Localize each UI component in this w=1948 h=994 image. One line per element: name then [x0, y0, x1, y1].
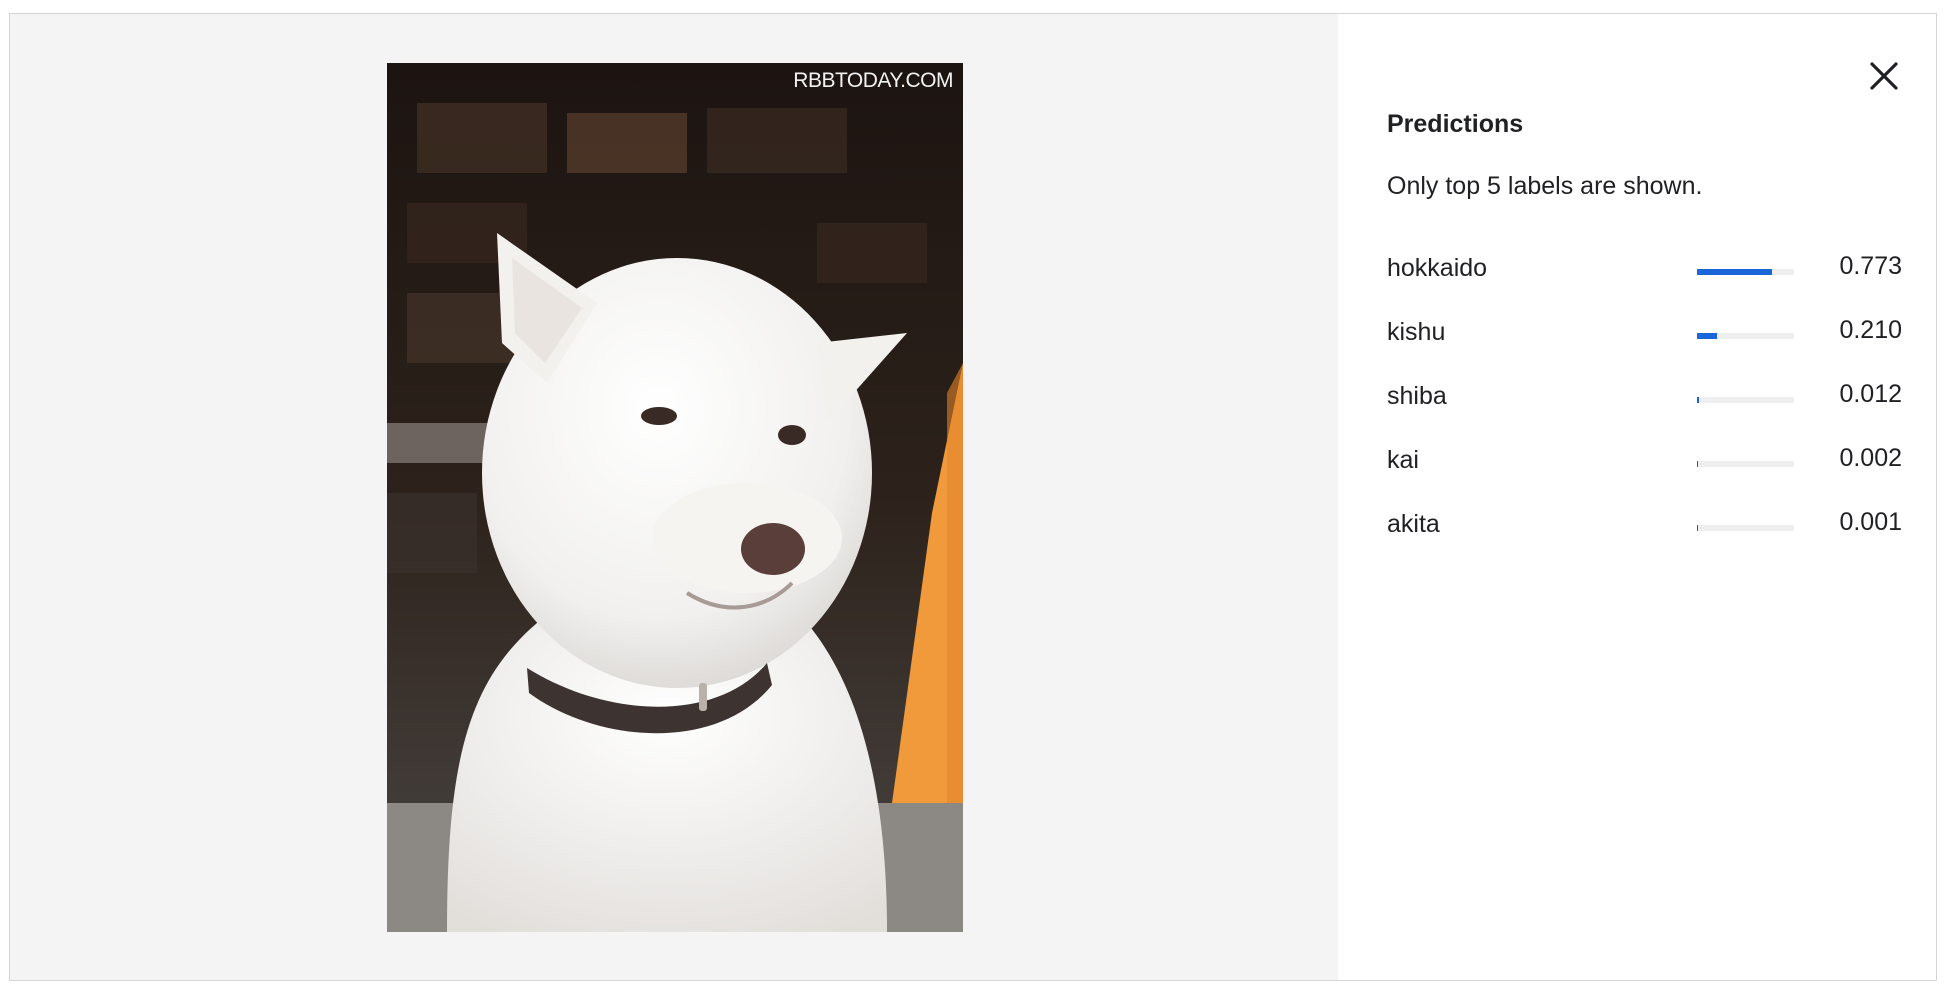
prediction-bar-fill: [1697, 269, 1772, 275]
prediction-row: kai 0.002: [1387, 434, 1902, 498]
prediction-score: 0.210: [1839, 316, 1902, 344]
prediction-bar-track: [1697, 333, 1794, 339]
dog-photo-illustration: RBBTODAY.COM: [387, 63, 963, 932]
prediction-row: hokkaido 0.773: [1387, 242, 1902, 306]
prediction-row: akita 0.001: [1387, 498, 1902, 562]
image-preview-pane: RBBTODAY.COM: [10, 14, 1338, 980]
prediction-bar-track: [1697, 397, 1794, 403]
prediction-row: shiba 0.012: [1387, 370, 1902, 434]
close-button[interactable]: [1860, 52, 1908, 100]
watermark-text: RBBTODAY.COM: [793, 69, 953, 92]
prediction-bar-fill: [1697, 397, 1699, 403]
prediction-score: 0.012: [1839, 380, 1902, 408]
dog-photo: RBBTODAY.COM: [387, 63, 963, 932]
prediction-row: kishu 0.210: [1387, 306, 1902, 370]
prediction-label: akita: [1387, 510, 1440, 538]
prediction-bar-track: [1697, 461, 1794, 467]
prediction-bar-track: [1697, 525, 1794, 531]
prediction-label: shiba: [1387, 382, 1447, 410]
prediction-list: hokkaido 0.773 kishu 0.210 shiba 0.012 k…: [1387, 242, 1902, 562]
prediction-bar-fill: [1697, 333, 1718, 339]
predictions-panel: Predictions Only top 5 labels are shown.…: [1338, 14, 1936, 980]
prediction-label: kai: [1387, 446, 1419, 474]
prediction-score: 0.001: [1839, 508, 1902, 536]
panel-note: Only top 5 labels are shown.: [1387, 172, 1703, 200]
prediction-score: 0.773: [1839, 252, 1902, 280]
prediction-label: kishu: [1387, 318, 1446, 346]
prediction-bar-track: [1697, 269, 1794, 275]
prediction-label: hokkaido: [1387, 254, 1488, 282]
prediction-score: 0.002: [1839, 444, 1902, 472]
close-icon[interactable]: [1860, 52, 1908, 100]
panel-title: Predictions: [1387, 110, 1524, 138]
prediction-dialog: RBBTODAY.COM Predictions Only top 5 labe…: [9, 13, 1937, 981]
